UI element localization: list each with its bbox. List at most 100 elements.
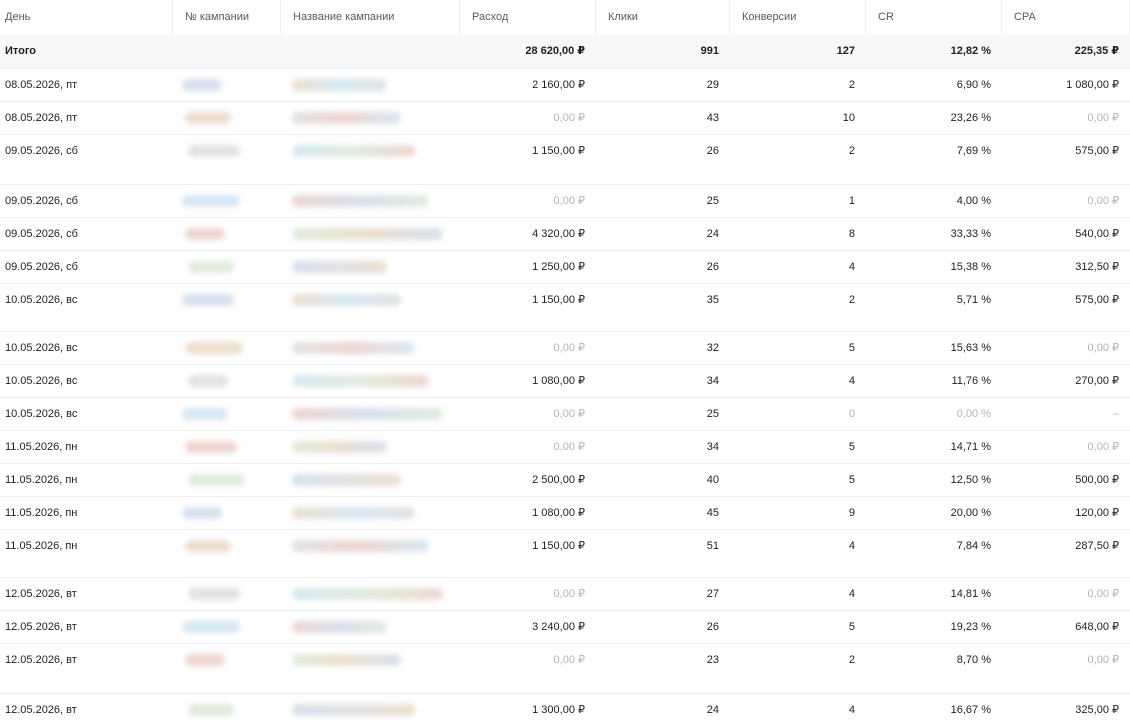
redacted-campaign-number [182, 79, 222, 91]
redacted-campaign-number [185, 441, 237, 453]
cpa-cell: 575,00 ₽ [1075, 145, 1119, 157]
cr-cell: 15,38 % [950, 261, 991, 273]
redacted-campaign-number [185, 342, 243, 354]
cr-cell: 12,50 % [950, 474, 991, 486]
cpa-cell: 540,00 ₽ [1075, 228, 1119, 240]
redacted-campaign-name [292, 195, 429, 207]
conversions-cell: 4 [848, 540, 855, 552]
table-row[interactable]: 10.05.2026, вс 0,00 ₽ 32 5 15,63 % 0,00 ₽ [0, 331, 1130, 364]
clicks-cell: 43 [706, 112, 719, 124]
redacted-campaign-number [185, 228, 225, 240]
table-row[interactable]: 09.05.2026, сб 1 250,00 ₽ 26 4 15,38 % 312,50… [0, 250, 1130, 283]
column-header-day[interactable]: День [0, 0, 173, 35]
table-row[interactable]: 11.05.2026, пн 1 150,00 ₽ 51 4 7,84 % 287,50 … [0, 529, 1130, 577]
redacted-campaign-name [292, 228, 443, 240]
table-row[interactable]: 09.05.2026, сб 0,00 ₽ 25 1 4,00 % 0,00 ₽ [0, 184, 1130, 217]
column-header-clicks[interactable]: Клики [597, 0, 730, 35]
day-cell: 08.05.2026, пт [5, 112, 78, 124]
day-cell: 09.05.2026, сб [5, 195, 78, 207]
clicks-cell: 26 [706, 621, 719, 633]
redacted-campaign-name [292, 704, 415, 716]
clicks-cell: 34 [706, 441, 719, 453]
table-row[interactable]: 11.05.2026, пн 1 080,00 ₽ 45 9 20,00 % 120,00… [0, 496, 1130, 529]
total-conversions: 127 [836, 45, 855, 57]
conversions-cell: 0 [848, 408, 855, 420]
conversions-cell: 4 [848, 375, 855, 387]
column-header-cpa[interactable]: CPA [1003, 0, 1130, 35]
spend-cell: 0,00 ₽ [553, 195, 585, 207]
conversions-cell: 2 [848, 294, 855, 306]
cr-cell: 33,33 % [950, 228, 991, 240]
column-header-cr[interactable]: CR [867, 0, 1002, 35]
column-header-conversions[interactable]: Конверсии [731, 0, 866, 35]
table-row[interactable]: 12.05.2026, вт 0,00 ₽ 27 4 14,81 % 0,00 ₽ [0, 577, 1130, 610]
clicks-cell: 29 [706, 79, 719, 91]
redacted-campaign-name [292, 261, 387, 273]
cpa-cell: 0,00 ₽ [1087, 654, 1119, 666]
table-row[interactable]: 12.05.2026, вт 0,00 ₽ 23 2 8,70 % 0,00 ₽ [0, 643, 1130, 693]
table-row[interactable]: 08.05.2026, пт 2 160,00 ₽ 29 2 6,90 % 1 080,0… [0, 68, 1130, 101]
cpa-cell: 500,00 ₽ [1075, 474, 1119, 486]
cr-cell: 19,23 % [950, 621, 991, 633]
cr-cell: 16,67 % [950, 704, 991, 716]
spend-cell: 0,00 ₽ [553, 654, 585, 666]
total-label: Итого [5, 45, 37, 57]
cpa-cell: 287,50 ₽ [1075, 540, 1119, 552]
cpa-cell: 325,00 ₽ [1075, 704, 1119, 716]
cpa-cell: 0,00 ₽ [1087, 342, 1119, 354]
conversions-cell: 4 [848, 588, 855, 600]
table-row[interactable]: 10.05.2026, вс 1 080,00 ₽ 34 4 11,76 % 270,00… [0, 364, 1130, 397]
redacted-campaign-name [292, 441, 387, 453]
redacted-campaign-number [188, 375, 228, 387]
day-cell: 10.05.2026, вс [5, 408, 78, 420]
conversions-cell: 5 [848, 441, 855, 453]
table-row[interactable]: 10.05.2026, вс 1 150,00 ₽ 35 2 5,71 % 575,00 … [0, 283, 1130, 331]
redacted-campaign-number [182, 195, 240, 207]
conversions-cell: 1 [848, 195, 855, 207]
table-row[interactable]: 11.05.2026, пн 2 500,00 ₽ 40 5 12,50 % 500,00… [0, 463, 1130, 496]
redacted-campaign-name [292, 294, 401, 306]
day-cell: 11.05.2026, пн [5, 441, 78, 453]
cpa-cell: 648,00 ₽ [1075, 621, 1119, 633]
column-header-campaign-name[interactable]: Название кампании [282, 0, 460, 35]
day-cell: 10.05.2026, вс [5, 342, 78, 354]
day-cell: 11.05.2026, пн [5, 507, 78, 519]
redacted-campaign-name [292, 621, 387, 633]
redacted-campaign-name [292, 507, 415, 519]
cpa-cell: 312,50 ₽ [1075, 261, 1119, 273]
table-row[interactable]: 09.05.2026, сб 1 150,00 ₽ 26 2 7,69 % 575,00 … [0, 134, 1130, 184]
redacted-campaign-number [182, 408, 228, 420]
table-row[interactable]: 09.05.2026, сб 4 320,00 ₽ 24 8 33,33 % 540,00… [0, 217, 1130, 250]
table-row[interactable]: 08.05.2026, пт 0,00 ₽ 43 10 23,26 % 0,00 ₽ [0, 101, 1130, 134]
clicks-cell: 45 [706, 507, 719, 519]
cpa-cell: 120,00 ₽ [1075, 507, 1119, 519]
total-row: Итого 28 620,00 ₽ 991 127 12,82 % 225,35… [0, 35, 1130, 68]
table-row[interactable]: 12.05.2026, вт 1 300,00 ₽ 24 4 16,67 % 325,00… [0, 693, 1130, 727]
table-row[interactable]: 11.05.2026, пн 0,00 ₽ 34 5 14,71 % 0,00 ₽ [0, 430, 1130, 463]
cr-cell: 14,71 % [950, 441, 991, 453]
redacted-campaign-name [292, 408, 443, 420]
cr-cell: 6,90 % [956, 79, 991, 91]
day-cell: 12.05.2026, вт [5, 621, 77, 633]
table-row[interactable]: 10.05.2026, вс 0,00 ₽ 25 0 0,00 % – [0, 397, 1130, 430]
clicks-cell: 26 [706, 261, 719, 273]
day-cell: 12.05.2026, вт [5, 704, 77, 716]
table-row[interactable]: 12.05.2026, вт 3 240,00 ₽ 26 5 19,23 % 648,00… [0, 610, 1130, 643]
total-spend: 28 620,00 ₽ [525, 45, 585, 57]
conversions-cell: 2 [848, 145, 855, 157]
column-header-spend[interactable]: Расход [461, 0, 596, 35]
cpa-cell: 1 080,00 ₽ [1066, 79, 1119, 91]
cpa-cell: 0,00 ₽ [1087, 588, 1119, 600]
redacted-campaign-number [188, 704, 234, 716]
redacted-campaign-number [182, 507, 222, 519]
conversions-cell: 4 [848, 261, 855, 273]
day-cell: 08.05.2026, пт [5, 79, 78, 91]
redacted-campaign-name [292, 654, 401, 666]
clicks-cell: 40 [706, 474, 719, 486]
spend-cell: 1 080,00 ₽ [532, 507, 585, 519]
spend-cell: 1 250,00 ₽ [532, 261, 585, 273]
column-header-campaign-number[interactable]: № кампании [174, 0, 281, 35]
day-cell: 09.05.2026, сб [5, 145, 78, 157]
day-cell: 11.05.2026, пн [5, 474, 78, 486]
redacted-campaign-name [292, 540, 429, 552]
